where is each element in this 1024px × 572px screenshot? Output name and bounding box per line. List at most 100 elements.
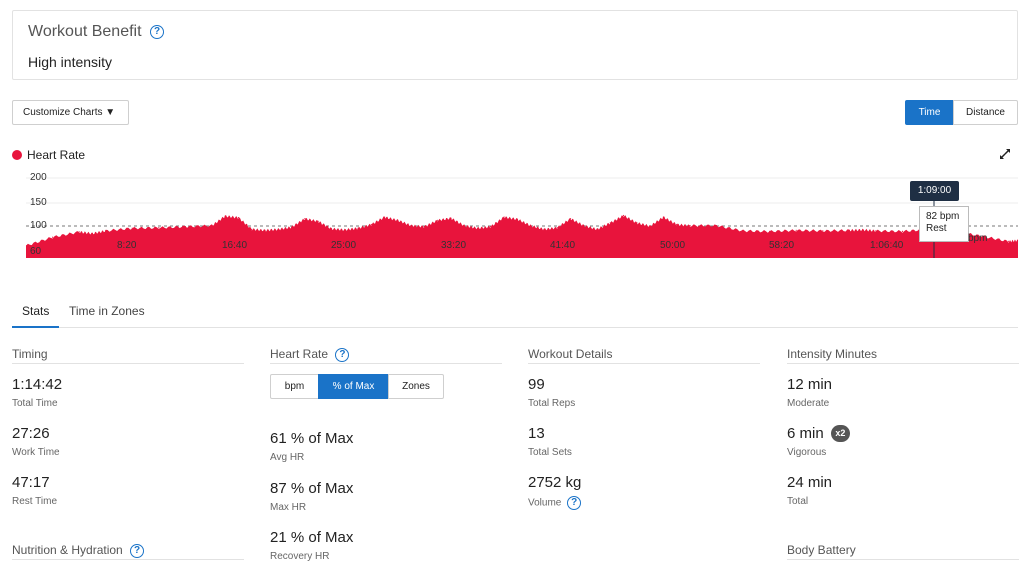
data-point [277,228,279,230]
data-point [742,230,744,232]
data-point [609,222,611,224]
heart-rate-heading-text: Heart Rate [270,347,329,361]
workout-benefit-card: Workout Benefit ? High intensity [12,10,1018,80]
total-sets-value: 13 [528,425,545,442]
data-point [516,218,518,220]
data-point [676,223,678,226]
tab-time-in-zones[interactable]: Time in Zones [69,304,145,328]
data-point [437,219,439,221]
volume-label-row: Volume ? [528,496,582,510]
data-point [530,225,532,227]
body-battery-heading: Body Battery [787,543,1019,560]
data-point [52,236,54,238]
distance-toggle-button[interactable]: Distance [953,100,1018,125]
data-point [795,229,797,231]
tab-stats[interactable]: Stats [12,304,60,328]
y-tick: 60 [30,246,42,257]
heart-rate-area [26,215,1018,258]
total-time-value: 1:14:42 [12,376,63,393]
data-point [769,230,771,232]
tooltip-value: 82 bpm [926,211,960,222]
data-point [105,230,107,232]
workout-benefit-title: Workout Benefit [28,23,142,40]
vigorous-label: Vigorous [787,447,827,458]
data-point [304,218,306,220]
data-point [490,226,492,228]
data-point [1008,240,1010,242]
series-dot [12,150,22,160]
total-intensity-label: Total [787,496,809,507]
data-point [317,220,319,222]
data-point [862,229,864,231]
workout-benefit-value: High intensity [28,54,113,70]
data-point [476,227,479,229]
nutrition-heading: Nutrition & Hydration ? [12,543,244,560]
data-point [344,229,346,231]
time-toggle-button[interactable]: Time [905,100,954,125]
total-reps-label: Total Reps [528,398,576,409]
timing-heading: Timing [12,347,244,364]
zones-toggle-button[interactable]: Zones [388,374,444,399]
y-tick: 100 [30,220,47,231]
x-tick: 33:20 [441,240,467,251]
data-point [623,214,625,217]
caret-down-icon: ▼ [105,107,116,118]
tooltip-box: 82 bpm Rest [919,206,969,242]
data-point [463,225,465,227]
data-point [131,227,133,229]
percent-max-toggle-button[interactable]: % of Max [318,374,389,399]
data-point [211,225,213,227]
data-point [875,230,877,232]
volume-label: Volume [528,497,562,509]
tooltip-state: Rest [926,223,947,234]
data-point [291,226,293,228]
y-tick: 200 [30,172,47,183]
data-point [264,229,266,231]
data-point [158,227,160,229]
total-time-label: Total Time [12,398,58,409]
tooltip-time: 1:09:00 [910,181,959,201]
multiplier-badge: x2 [830,425,850,442]
data-point [224,215,226,217]
x-tick: 8:20 [117,240,137,251]
work-time-value: 27:26 [12,425,50,442]
heart-rate-heading: Heart Rate ? [270,347,502,364]
data-point [370,223,372,226]
data-point [543,228,545,230]
x-tick: 25:00 [331,240,357,251]
help-icon[interactable]: ? [335,347,350,362]
rest-time-label: Rest Time [12,496,58,507]
chart-legend: Heart Rate [12,148,85,162]
x-tick: 16:40 [222,240,248,251]
data-point [583,225,585,227]
data-point [450,217,452,219]
recovery-hr-label: Recovery HR [270,551,330,562]
data-point [184,226,186,228]
x-tick: 41:40 [550,240,576,251]
customize-charts-button[interactable]: Customize Charts ▼ [12,100,129,125]
bpm-toggle-button[interactable]: bpm [270,374,319,399]
intensity-minutes-heading: Intensity Minutes [787,347,1019,364]
data-point [556,227,558,229]
recovery-hr-value: 21 % of Max [270,529,354,546]
total-intensity-value: 24 min [787,474,833,491]
help-icon[interactable]: ? [567,496,582,510]
data-point [251,228,253,230]
help-icon[interactable]: ? [150,24,164,39]
moderate-label: Moderate [787,398,830,409]
data-point [636,222,638,224]
x-tick: 50:00 [660,240,686,251]
volume-value: 2752 kg [528,474,582,491]
unit-label: bpm [968,233,988,244]
chart-title: Heart Rate [27,148,86,162]
data-point [649,225,651,227]
max-hr-label: Max HR [270,502,307,513]
vigorous-row: 6 min x2 [787,425,850,442]
help-icon[interactable]: ? [130,543,145,558]
total-sets-label: Total Sets [528,447,572,458]
data-point [410,225,412,227]
nutrition-heading-text: Nutrition & Hydration [12,543,123,557]
work-time-label: Work Time [12,447,60,458]
total-reps-value: 99 [528,376,545,393]
expand-icon[interactable] [999,148,1011,160]
